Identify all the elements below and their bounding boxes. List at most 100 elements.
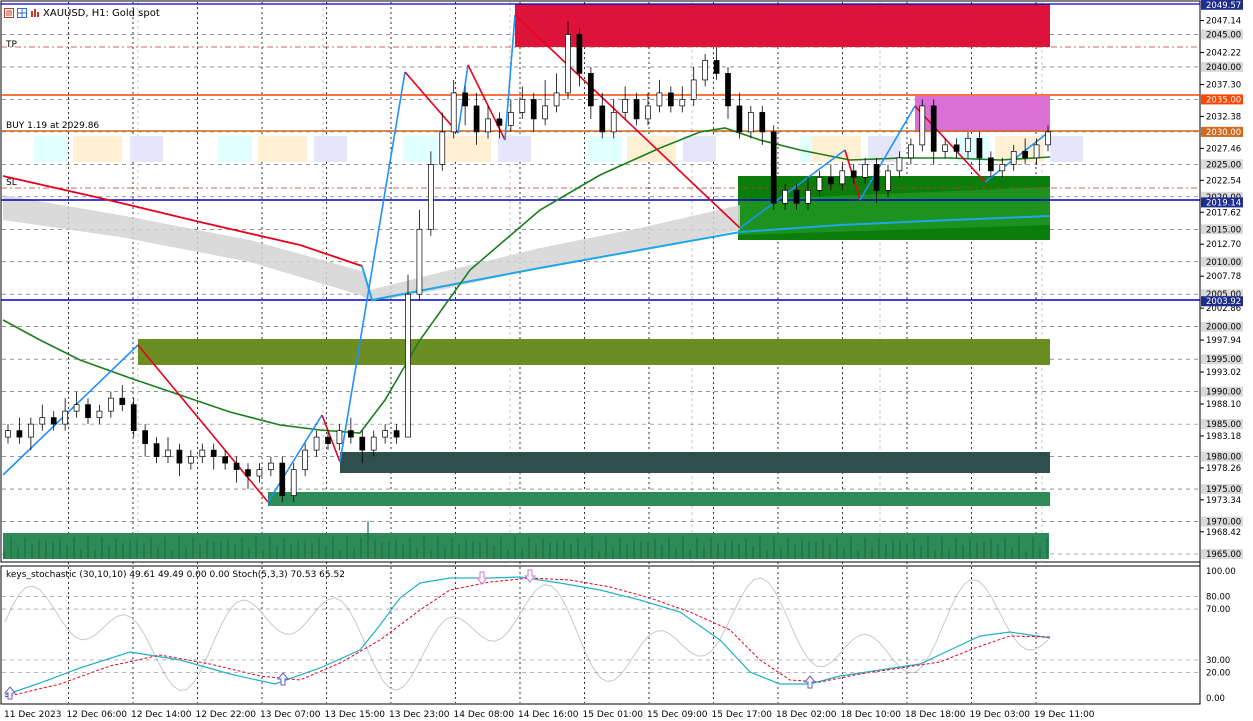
indicator-axis: 100.00 80.00 70.00 30.00 20.00 0.00 [2, 567, 1236, 704]
candle-body [748, 112, 754, 133]
candle-body [85, 404, 91, 418]
round-level-label: 1975.00 [1206, 485, 1241, 495]
candle-body [850, 170, 857, 178]
price-label: 1978.26 [1206, 464, 1241, 474]
zone-sea-green [268, 492, 1050, 506]
time-label: 19 Dec 11:00 [1034, 710, 1095, 720]
ind-level-label: 100.00 [1206, 567, 1236, 577]
ind-level-label: 20.00 [1206, 669, 1230, 679]
indicator-label: keys_stochastic (30,10,10) 49.61 49.49 0… [6, 570, 345, 580]
price-tag-label: 2019.14 [1206, 198, 1241, 208]
candle-body [393, 430, 400, 438]
candle-body [210, 449, 217, 457]
candle-body [885, 170, 891, 191]
price-tag-label: 2030.00 [1206, 128, 1241, 138]
candle-body [862, 164, 868, 178]
candle-body [50, 417, 57, 425]
price-label: 1973.34 [1206, 496, 1241, 506]
zone-dark-slate [340, 452, 1050, 473]
candle-body [428, 164, 434, 230]
volume-zone [3, 533, 1049, 559]
ind-level-label: 80.00 [1206, 592, 1230, 602]
candle-body [873, 164, 880, 191]
round-level-label: 1990.00 [1206, 388, 1241, 398]
ind-level-label: 70.00 [1206, 605, 1230, 615]
candle-body [62, 410, 68, 425]
candle-body [896, 157, 903, 172]
buy-order-label: BUY 1.19 at 2029.86 [6, 121, 100, 131]
candle-body [199, 449, 206, 457]
candle-body [5, 430, 11, 438]
candle-body [313, 436, 320, 451]
candle-body [576, 34, 583, 74]
candle-body [279, 462, 286, 496]
main-chart-frame [0, 0, 1201, 563]
price-label: 2032.38 [1206, 112, 1241, 122]
candle-body [565, 34, 571, 94]
candle-body [165, 449, 171, 457]
price-tag-label: 2035.00 [1206, 95, 1241, 105]
time-label: 12 Dec 06:00 [67, 710, 128, 720]
price-tag-label: 2003.92 [1206, 297, 1241, 307]
candle-body [256, 469, 263, 477]
time-label: 18 Dec 10:00 [841, 710, 902, 720]
candle-body [188, 456, 194, 464]
candle-body [325, 436, 331, 444]
price-label: 2022.54 [1206, 176, 1241, 186]
candle-body [908, 144, 914, 159]
candle-body [668, 92, 674, 107]
price-label: 2007.78 [1206, 272, 1241, 282]
round-level-label: 2015.00 [1206, 225, 1241, 235]
price-label: 2037.30 [1206, 80, 1241, 90]
stoch-fast-line [4, 577, 1049, 692]
candle-body [473, 105, 480, 133]
time-label: 14 Dec 16:00 [518, 710, 579, 720]
candle-body [690, 79, 697, 100]
candle-body [622, 99, 628, 113]
green-moving-average [2, 127, 1051, 434]
candle-body [439, 131, 446, 165]
candle-body [416, 228, 423, 295]
ind-level-label: 0.00 [1206, 694, 1225, 704]
round-level-label: 2010.00 [1206, 258, 1241, 268]
candle-body [130, 404, 137, 431]
candle-body [28, 423, 34, 438]
candle-body [222, 456, 228, 464]
candle-body [142, 430, 148, 444]
round-level-label: 2045.00 [1206, 30, 1241, 40]
candle-body [805, 189, 811, 204]
candle-body [919, 105, 926, 146]
time-label: 11 Dec 2023 [4, 710, 62, 720]
candle-body [530, 99, 537, 120]
candle-body [793, 189, 800, 204]
candle-body [370, 436, 377, 451]
candle-body [245, 469, 251, 477]
candle-body [519, 99, 526, 113]
price-chart[interactable]: 2047.14 2042.22 2037.30 2032.38 2027.46 2022.… [0, 0, 1253, 721]
candle-body [485, 118, 491, 133]
candle-body [782, 189, 788, 204]
time-label: 13 Dec 23:00 [389, 710, 450, 720]
price-label: 2017.62 [1206, 208, 1241, 218]
candle-body [942, 144, 948, 152]
candle-body [702, 60, 708, 81]
candle-body [462, 92, 468, 107]
candle-body [965, 138, 971, 152]
stoch-arrows [3, 569, 817, 700]
candle-body [508, 112, 514, 126]
candle-body [725, 73, 731, 107]
candle-body [656, 92, 663, 107]
round-level-label: 1980.00 [1206, 453, 1241, 463]
supply-zone-top [515, 4, 1050, 47]
candle-body [450, 92, 457, 133]
stochastic-indicator [3, 569, 1051, 700]
time-label: 13 Dec 15:00 [325, 710, 386, 720]
zone-olive [138, 339, 1050, 365]
candle-body [496, 118, 503, 126]
candle-body [988, 157, 994, 172]
trading-terminal-window: { "chart_header": { "symbol_timeframe": … [0, 0, 1253, 721]
candle-body [1022, 151, 1028, 159]
candle-body [542, 105, 548, 120]
candle-body [999, 164, 1006, 172]
candle-body [736, 105, 743, 133]
